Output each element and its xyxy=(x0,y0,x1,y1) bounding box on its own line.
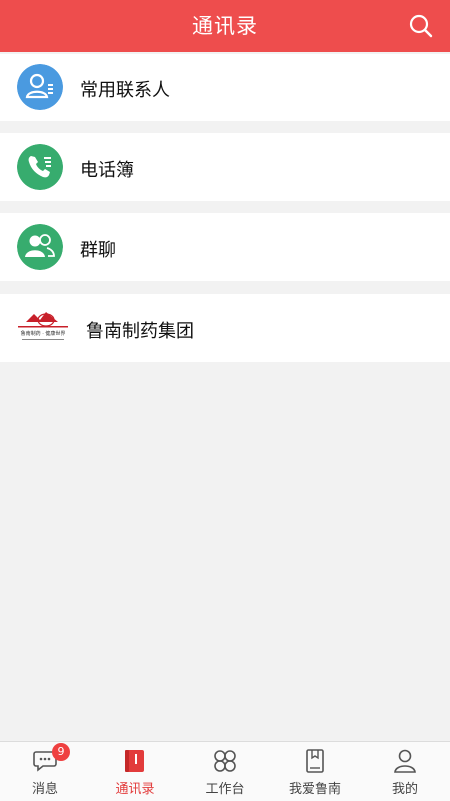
group-chat-item[interactable]: 群聊 xyxy=(0,213,450,281)
tab-label: 通讯录 xyxy=(115,782,155,797)
page-title: 通讯录 xyxy=(192,14,258,38)
profile-icon xyxy=(394,749,416,773)
phone-book-label: 电话簿 xyxy=(80,160,134,181)
contacts-book-icon xyxy=(125,750,144,772)
search-icon[interactable] xyxy=(408,13,434,39)
frequent-contacts-icon xyxy=(17,64,63,110)
logo-text: 鲁南制药 · 健康世界 xyxy=(21,330,66,337)
phone-book-item[interactable]: 电话簿 xyxy=(0,133,450,201)
tab-workbench[interactable]: 工作台 xyxy=(180,742,270,801)
unread-badge: 9 xyxy=(52,743,70,761)
lunan-group-item[interactable]: 鲁南制药 · 健康世界 鲁南制药集团 xyxy=(0,294,450,362)
group-chat-icon xyxy=(17,224,63,270)
group-chat-label: 群聊 xyxy=(80,240,116,261)
app-header: 通讯录 xyxy=(0,0,450,52)
workbench-icon xyxy=(214,750,236,772)
lunan-logo: 鲁南制药 · 健康世界 xyxy=(18,312,68,340)
tab-messages[interactable]: 9 消息 xyxy=(0,742,90,801)
bookmark-book-icon xyxy=(306,749,324,773)
bottom-tab-bar: 9 消息 通讯录 工作台 我爱鲁南 我的 xyxy=(0,741,450,801)
phone-book-icon xyxy=(17,144,63,190)
tab-label: 我爱鲁南 xyxy=(288,782,341,797)
lunan-group-label: 鲁南制药集团 xyxy=(86,321,194,342)
tab-contacts[interactable]: 通讯录 xyxy=(90,742,180,801)
tab-label: 我的 xyxy=(391,782,418,797)
tab-love-lunan[interactable]: 我爱鲁南 xyxy=(270,742,360,801)
tab-label: 消息 xyxy=(31,782,58,797)
frequent-contacts-label: 常用联系人 xyxy=(80,80,170,101)
tab-label: 工作台 xyxy=(205,782,245,797)
tab-me[interactable]: 我的 xyxy=(360,742,450,801)
frequent-contacts-item[interactable]: 常用联系人 xyxy=(0,54,450,121)
